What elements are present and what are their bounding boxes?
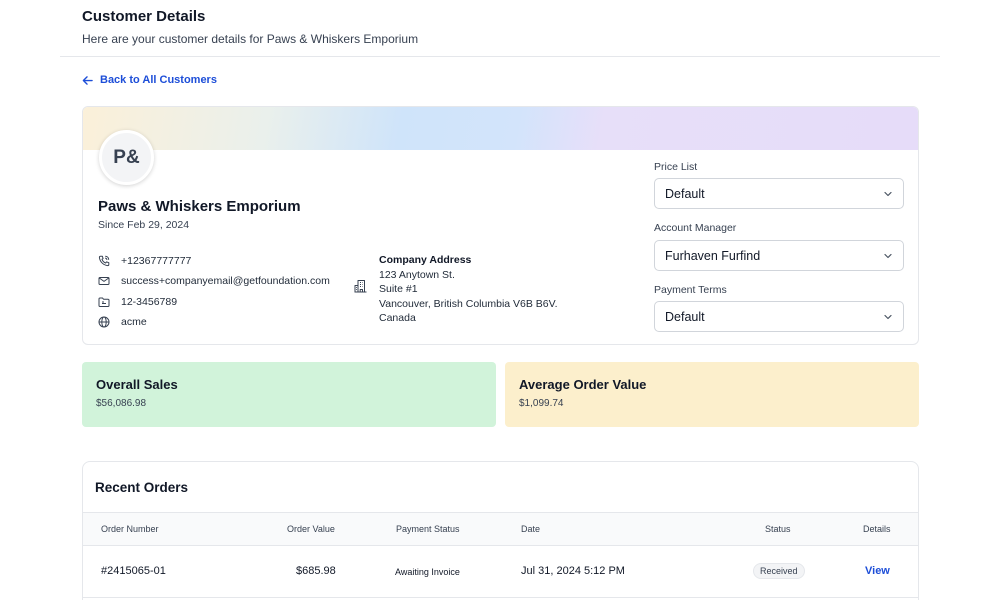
table-row: #2415065-01 $685.98 Awaiting Invoice Jul…: [83, 546, 918, 598]
address-line-3: Vancouver, British Columbia V6B B6V.: [379, 297, 558, 310]
page-subtitle: Here are your customer details for Paws …: [82, 32, 419, 46]
contact-tax-id: 12-3456789: [98, 292, 330, 312]
overall-sales-title: Overall Sales: [96, 377, 178, 392]
phone-icon: [98, 255, 110, 267]
address-line-1: 123 Anytown St.: [379, 268, 455, 281]
contact-email: success+companyemail@getfoundation.com: [98, 271, 330, 291]
average-order-value-title: Average Order Value: [519, 377, 647, 392]
account-manager-select[interactable]: Furhaven Furfind: [654, 240, 904, 271]
customer-name: Paws & Whiskers Emporium: [98, 198, 301, 215]
recent-orders-title: Recent Orders: [95, 480, 189, 495]
page-header: Customer Details Here are your customer …: [82, 8, 418, 47]
order-value: $685.98: [296, 565, 336, 577]
contact-list: +12367777777 success+companyemail@getfou…: [98, 251, 330, 332]
orders-table-header: Order Number Order Value Payment Status …: [83, 512, 918, 546]
payment-terms-label: Payment Terms: [654, 284, 727, 296]
order-number: #2415065-01: [101, 565, 166, 577]
header-divider: [60, 56, 940, 57]
customer-profile-card: P& Paws & Whiskers Emporium Since Feb 29…: [82, 106, 919, 345]
overall-sales-card: Overall Sales $56,086.98: [82, 362, 496, 427]
address-title: Company Address: [379, 254, 472, 266]
mail-icon: [98, 277, 110, 286]
address-line-2: Suite #1: [379, 283, 418, 295]
status-badge: Received: [753, 563, 805, 579]
overall-sales-value: $56,086.98: [96, 398, 147, 409]
contact-phone-text: +12367777777: [121, 255, 192, 268]
company-address: Company Address 123 Anytown St. Suite #1…: [379, 253, 558, 326]
globe-icon: [98, 316, 110, 328]
average-order-value-value: $1,099.74: [519, 398, 564, 409]
column-header-status: Status: [765, 524, 791, 534]
contact-email-text: success+companyemail@getfoundation.com: [121, 275, 330, 288]
order-date: Jul 31, 2024 5:12 PM: [521, 565, 625, 577]
price-list-label: Price List: [654, 161, 698, 173]
customer-since: Since Feb 29, 2024: [98, 219, 190, 231]
column-header-order-value: Order Value: [287, 524, 335, 534]
account-manager-label: Account Manager: [654, 222, 737, 234]
profile-banner: [83, 107, 918, 150]
contact-website: acme: [98, 312, 330, 332]
back-to-customers-link[interactable]: Back to All Customers: [82, 74, 217, 86]
chevron-down-icon: [884, 253, 892, 259]
payment-status: Awaiting Invoice: [395, 567, 460, 577]
contact-phone: +12367777777: [98, 251, 330, 271]
page-title: Customer Details: [82, 8, 206, 25]
payment-terms-select[interactable]: Default: [654, 301, 904, 332]
recent-orders-card: Recent Orders Order Number Order Value P…: [82, 461, 919, 600]
column-header-date: Date: [521, 524, 541, 534]
account-manager-value: Furhaven Furfind: [665, 248, 761, 263]
column-header-payment-status: Payment Status: [396, 524, 460, 534]
arrow-left-icon: [82, 75, 93, 85]
payment-terms-value: Default: [665, 309, 705, 324]
folder-id-icon: [98, 297, 110, 307]
avatar: P&: [99, 130, 154, 185]
view-order-link[interactable]: View: [865, 565, 890, 577]
address-line-4: Canada: [379, 312, 416, 324]
contact-website-text: acme: [121, 316, 147, 329]
chevron-down-icon: [884, 191, 892, 197]
price-list-value: Default: [665, 186, 705, 201]
price-list-select[interactable]: Default: [654, 178, 904, 209]
contact-tax-id-text: 12-3456789: [121, 295, 178, 308]
column-header-details: Details: [863, 524, 891, 534]
chevron-down-icon: [884, 314, 892, 320]
average-order-value-card: Average Order Value $1,099.74: [505, 362, 919, 427]
back-link-label: Back to All Customers: [100, 74, 217, 86]
column-header-order-number: Order Number: [101, 524, 159, 534]
building-icon: [354, 280, 367, 293]
